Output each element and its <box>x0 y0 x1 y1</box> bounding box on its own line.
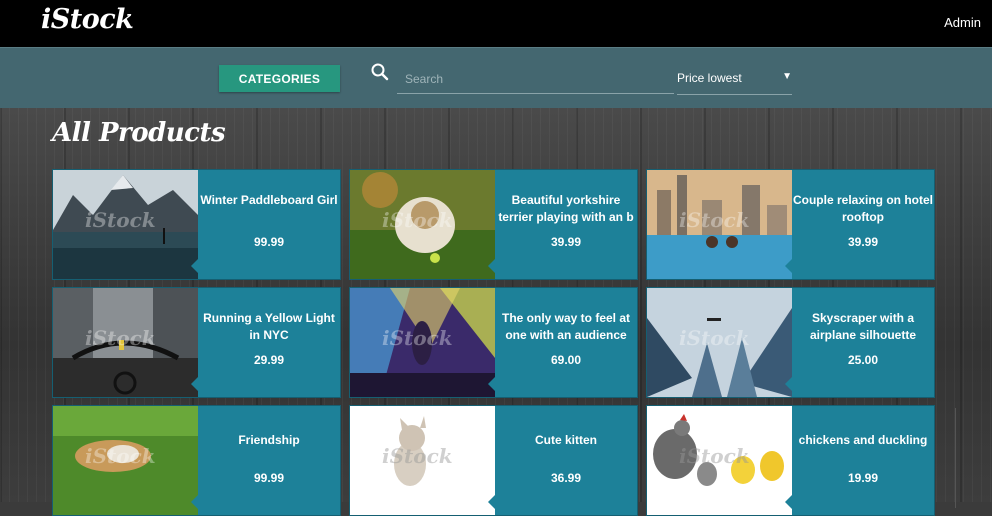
watermark: iStock <box>679 208 750 232</box>
watermark: iStock <box>85 208 156 232</box>
card-pointer <box>785 258 793 274</box>
product-price: 39.99 <box>847 235 879 249</box>
product-card[interactable]: iStock Beautiful yorkshire terrier playi… <box>349 169 638 280</box>
product-thumbnail: iStock <box>647 406 792 515</box>
product-thumbnail: iStock <box>350 288 495 397</box>
product-thumbnail: iStock <box>350 170 495 279</box>
top-navbar: iStock Admin <box>0 0 992 47</box>
product-card[interactable]: iStock Running a Yellow Light in NYC 29.… <box>52 287 341 398</box>
search-input[interactable] <box>397 65 674 94</box>
product-price: 36.99 <box>550 471 582 485</box>
dropdown-arrow-icon: ▼ <box>782 71 792 82</box>
product-thumbnail: iStock <box>647 170 792 279</box>
product-thumbnail: iStock <box>53 288 198 397</box>
categories-button[interactable]: CATEGORIES <box>219 65 340 92</box>
product-title: The only way to feel at one with an audi… <box>501 311 631 342</box>
product-title: Friendship <box>238 433 300 447</box>
watermark: iStock <box>382 208 453 232</box>
product-price: 99.99 <box>253 471 285 485</box>
product-title: Running a Yellow Light in NYC <box>203 311 335 342</box>
product-title: chickens and duckling <box>798 433 928 447</box>
product-card[interactable]: iStock Friendship 99.99 <box>52 405 341 516</box>
watermark: iStock <box>679 326 750 350</box>
product-title: Cute kitten <box>534 433 597 447</box>
product-price: 19.99 <box>847 471 879 485</box>
product-price: 99.99 <box>253 235 285 249</box>
product-card[interactable]: iStock chickens and duckling 19.99 <box>646 405 935 516</box>
product-title: Couple relaxing on hotel rooftop <box>792 193 933 224</box>
product-price: 25.00 <box>847 353 879 367</box>
card-pointer <box>191 258 199 274</box>
filter-bar: CATEGORIES Price lowest ▼ <box>0 47 992 108</box>
product-card[interactable]: iStock Winter Paddleboard Girl 99.99 <box>52 169 341 280</box>
watermark: iStock <box>85 444 156 468</box>
product-thumbnail: iStock <box>350 406 495 515</box>
product-price: 69.00 <box>550 353 582 367</box>
page-title: All Products <box>52 118 226 148</box>
card-pointer <box>191 376 199 392</box>
product-price: 29.99 <box>253 353 285 367</box>
product-thumbnail: iStock <box>53 170 198 279</box>
product-card[interactable]: iStock Skyscraper with a airplane silhou… <box>646 287 935 398</box>
product-title: Beautiful yorkshire terrier playing with… <box>498 193 634 224</box>
product-card[interactable]: iStock Cute kitten 36.99 <box>349 405 638 516</box>
products-section: All Products iStock Winter Paddleboard G… <box>0 108 992 516</box>
sort-selected-value: Price lowest <box>677 71 742 85</box>
search-icon[interactable] <box>370 62 390 82</box>
product-title: Winter Paddleboard Girl <box>200 193 338 207</box>
card-pointer <box>488 376 496 392</box>
product-card[interactable]: iStock The only way to feel at one with … <box>349 287 638 398</box>
product-title: Skyscraper with a airplane silhouette <box>809 311 917 342</box>
card-pointer <box>785 376 793 392</box>
sort-select[interactable]: Price lowest ▼ <box>677 65 792 95</box>
card-pointer <box>488 258 496 274</box>
admin-menu-link[interactable]: Admin <box>944 15 981 30</box>
watermark: iStock <box>679 444 750 468</box>
card-pointer <box>488 494 496 510</box>
card-pointer <box>785 494 793 510</box>
product-thumbnail: iStock <box>53 406 198 515</box>
scrollbar[interactable] <box>955 408 992 508</box>
watermark: iStock <box>85 326 156 350</box>
card-pointer <box>191 494 199 510</box>
watermark: iStock <box>382 326 453 350</box>
product-thumbnail: iStock <box>647 288 792 397</box>
product-price: 39.99 <box>550 235 582 249</box>
product-card[interactable]: iStock Couple relaxing on hotel rooftop … <box>646 169 935 280</box>
brand-logo[interactable]: iStock <box>41 4 134 35</box>
watermark: iStock <box>382 444 453 468</box>
